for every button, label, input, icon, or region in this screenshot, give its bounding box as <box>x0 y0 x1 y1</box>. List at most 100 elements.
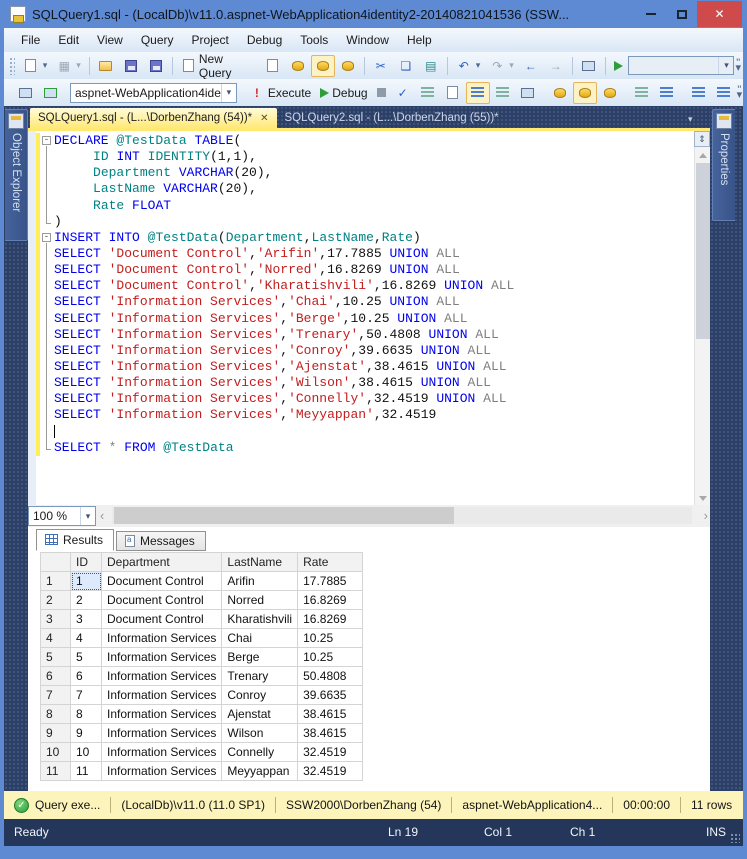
grid-row-number[interactable]: 10 <box>40 742 71 762</box>
horizontal-scrollbar[interactable] <box>112 507 692 524</box>
grid-cell[interactable]: 3 <box>70 609 102 629</box>
grid-cell[interactable]: 2 <box>70 590 102 610</box>
grid-row-number[interactable]: 11 <box>40 761 71 781</box>
grid-column-header[interactable]: Rate <box>297 552 364 572</box>
grid-row-number[interactable]: 8 <box>40 704 71 724</box>
editor-lines[interactable]: - DECLARE @TestData TABLE( ID INT IDENTIT… <box>40 133 694 456</box>
mdx-query-button[interactable] <box>286 55 310 77</box>
grid-cell[interactable]: 11 <box>70 761 102 781</box>
collapse-minus-icon[interactable]: - <box>42 232 51 242</box>
grid-cell[interactable]: Information Services <box>100 628 223 648</box>
menu-tools[interactable]: Tools <box>291 30 337 50</box>
grid-cell[interactable]: 5 <box>70 647 102 667</box>
scroll-down-icon[interactable] <box>699 496 707 501</box>
grid-cell[interactable]: Information Services <box>100 704 223 724</box>
code-line[interactable]: SELECT 'Information Services','Trenary',… <box>40 326 694 343</box>
grid-cell[interactable]: 10.25 <box>297 647 364 667</box>
grid-row-number[interactable]: 7 <box>40 685 71 705</box>
grid-cell[interactable]: 7 <box>70 685 102 705</box>
grid-cell[interactable]: Conroy <box>221 685 299 705</box>
grid-cell[interactable]: Information Services <box>100 761 223 781</box>
menu-query[interactable]: Query <box>132 30 183 50</box>
hscroll-left-icon[interactable]: ‹ <box>100 508 104 523</box>
object-explorer-tab[interactable]: Object Explorer <box>5 109 28 241</box>
grid-cell[interactable]: Information Services <box>100 647 223 667</box>
save-all-button[interactable] <box>144 55 168 77</box>
grid-cell[interactable]: 38.4615 <box>297 723 364 743</box>
toolbar-grip[interactable] <box>9 56 15 75</box>
results-to-text-button[interactable] <box>548 82 572 104</box>
grid-row-number[interactable]: 6 <box>40 666 71 686</box>
grid-cell[interactable]: 10.25 <box>297 628 364 648</box>
editor-splitter-handle[interactable]: ⇕ <box>694 131 710 147</box>
code-line[interactable] <box>40 423 694 440</box>
menu-edit[interactable]: Edit <box>49 30 88 50</box>
grid-cell[interactable]: Norred <box>221 590 299 610</box>
code-line[interactable]: - INSERT INTO @TestData(Department,LastNa… <box>40 230 694 247</box>
paste-button[interactable]: ▤ <box>419 55 443 77</box>
grid-cell[interactable]: Document Control <box>100 571 223 591</box>
code-line[interactable]: ) <box>40 213 694 230</box>
grid-cell[interactable]: 39.6635 <box>297 685 364 705</box>
sqlcmd-mode-button[interactable] <box>516 82 540 104</box>
grid-cell[interactable]: Information Services <box>100 685 223 705</box>
toolbar-overflow-button[interactable]: " ▾ <box>735 57 741 73</box>
grid-cell[interactable]: 4 <box>70 628 102 648</box>
tab-results[interactable]: Results <box>36 529 115 551</box>
grid-cell[interactable]: 16.8269 <box>297 590 364 610</box>
connect-button[interactable] <box>13 82 37 104</box>
intellisense-enabled-button[interactable] <box>465 81 490 104</box>
grid-column-header[interactable]: Department <box>100 552 223 572</box>
results-to-file-button[interactable] <box>598 82 622 104</box>
query-options-button[interactable] <box>441 82 465 104</box>
grid-cell[interactable]: 10 <box>70 742 102 762</box>
decrease-indent-button[interactable] <box>687 82 711 104</box>
grid-cell[interactable]: Kharatishvili <box>221 609 299 629</box>
grid-cell[interactable]: 17.7885 <box>297 571 364 591</box>
selection-margin[interactable] <box>28 131 36 505</box>
toolbar-overflow-button[interactable]: " ▾ <box>737 84 743 100</box>
horizontal-scrollbar-thumb[interactable] <box>114 507 454 524</box>
grid-cell[interactable]: Trenary <box>221 666 299 686</box>
dmx-query-button[interactable] <box>310 54 335 77</box>
grid-cell[interactable]: Information Services <box>100 666 223 686</box>
grid-cell[interactable]: Document Control <box>100 590 223 610</box>
scroll-up-icon[interactable] <box>699 153 707 158</box>
code-line[interactable]: - DECLARE @TestData TABLE( <box>40 133 694 150</box>
start-debugging-button[interactable] <box>610 58 627 74</box>
display-estimated-plan-button[interactable] <box>416 82 440 104</box>
grid-cell[interactable]: Ajenstat <box>221 704 299 724</box>
grid-row-number[interactable]: 5 <box>40 647 71 667</box>
database-engine-query-button[interactable] <box>261 55 285 77</box>
stop-button[interactable] <box>373 85 390 100</box>
vertical-scrollbar[interactable] <box>694 131 710 505</box>
copy-button[interactable]: ❏ <box>394 55 418 77</box>
code-line[interactable]: SELECT 'Information Services','Chai',10.… <box>40 294 694 311</box>
grid-cell[interactable]: 32.4519 <box>297 742 364 762</box>
grid-cell[interactable]: 16.8269 <box>297 609 364 629</box>
maximize-button[interactable] <box>666 1 697 27</box>
menu-file[interactable]: File <box>12 30 49 50</box>
new-query-button[interactable]: New Query <box>177 49 260 83</box>
code-line[interactable]: SELECT 'Information Services','Connelly'… <box>40 391 694 408</box>
collapse-minus-icon[interactable]: - <box>42 136 51 145</box>
grid-cell[interactable]: 50.4808 <box>297 666 364 686</box>
tab-sqlquery1[interactable]: SQLQuery1.sql - (L...\DorbenZhang (54))*… <box>30 108 277 128</box>
code-line[interactable]: SELECT 'Document Control','Arifin',17.78… <box>40 245 694 263</box>
open-file-button[interactable] <box>94 55 118 77</box>
code-line[interactable]: SELECT 'Information Services','Ajenstat'… <box>40 358 694 376</box>
tab-sqlquery2[interactable]: SQLQuery2.sql - (L...\DorbenZhang (55))* <box>277 108 507 128</box>
menu-view[interactable]: View <box>88 30 132 50</box>
grid-cell[interactable]: Meyyappan <box>221 761 299 781</box>
grid-cell[interactable]: Wilson <box>221 723 299 743</box>
code-line[interactable]: SELECT * FROM @TestData <box>40 439 694 456</box>
grid-cell[interactable]: 38.4615 <box>297 704 364 724</box>
specify-values-button[interactable] <box>491 82 515 104</box>
outline-margin[interactable]: - <box>40 230 54 247</box>
cut-button[interactable]: ✂ <box>369 55 393 77</box>
resize-grip[interactable] <box>730 833 740 843</box>
tab-list-dropdown[interactable]: ▾ <box>688 114 693 125</box>
code-line[interactable]: SELECT 'Document Control','Norred',16.82… <box>40 262 694 279</box>
grid-cell[interactable]: Arifin <box>221 571 299 591</box>
results-to-grid-button[interactable] <box>572 81 597 104</box>
